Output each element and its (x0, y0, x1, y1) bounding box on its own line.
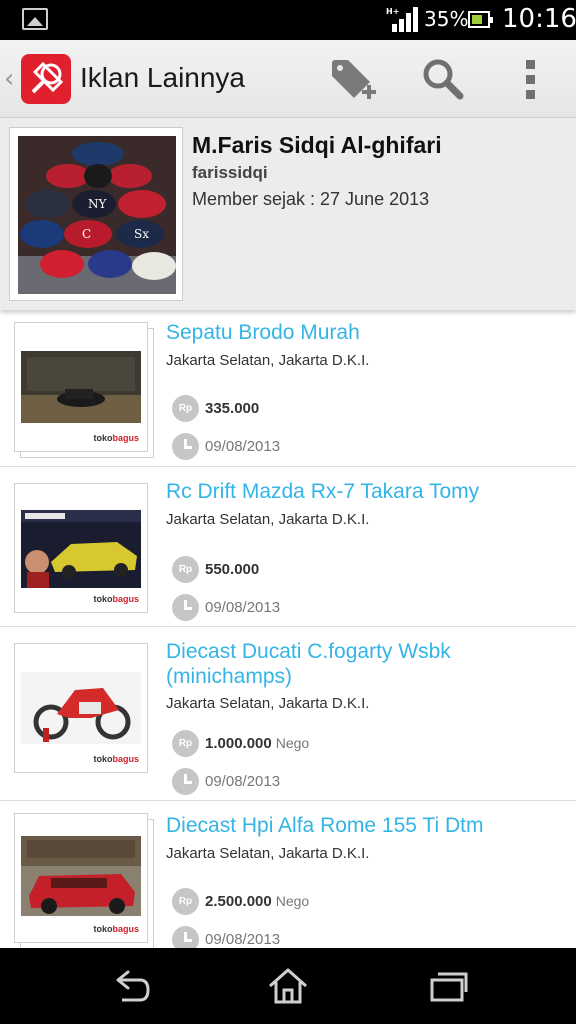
watermark: tokobagus (93, 754, 139, 764)
home-icon[interactable] (262, 962, 314, 1010)
profile-name: M.Faris Sidqi Al-ghifari (192, 132, 442, 158)
listing-title[interactable]: Diecast Ducati C.fogarty Wsbk (minichamp… (166, 639, 566, 689)
profile-username: farissidqi (192, 163, 268, 182)
picture-icon (22, 8, 48, 30)
date-row: 09/08/2013 (172, 925, 280, 948)
listing-title[interactable]: Sepatu Brodo Murah (166, 320, 566, 345)
watermark: tokobagus (93, 924, 139, 934)
listing-location: Jakarta Selatan, Jakarta D.K.I. (166, 511, 370, 528)
listing-location: Jakarta Selatan, Jakarta D.K.I. (166, 352, 370, 369)
listing-price: 2.500.000 (205, 892, 272, 910)
price-row: Rp 335.000 (172, 394, 263, 422)
listing-photo (21, 672, 141, 744)
watermark: tokobagus (93, 594, 139, 604)
listing-price: 1.000.000 (205, 734, 272, 752)
status-bar: H+ 35% 10:16 (0, 0, 576, 40)
listing-price: 335.000 (205, 399, 260, 417)
list-item[interactable]: tokobagus Diecast Ducati C.fogarty Wsbk … (0, 627, 576, 801)
listing-title[interactable]: Rc Drift Mazda Rx-7 Takara Tomy (166, 479, 566, 504)
listing-photo (21, 510, 141, 588)
listing-list[interactable]: tokobagus Sepatu Brodo Murah Jakarta Sel… (0, 310, 576, 948)
battery-percent: 35% (424, 7, 469, 31)
list-item[interactable]: tokobagus Diecast Hpi Alfa Rome 155 Ti D… (0, 801, 576, 948)
date-row: 09/08/2013 (172, 593, 280, 621)
price-row: Rp 2.500.000 Nego (172, 887, 309, 915)
navigation-bar (0, 948, 576, 1024)
clock-icon (172, 925, 199, 948)
profile-header: NY C Sx M.Faris Sidqi Al-ghifari farissi… (0, 118, 576, 310)
listing-title[interactable]: Diecast Hpi Alfa Rome 155 Ti Dtm (166, 813, 566, 838)
app-bar: ‹ Iklan Lainnya (0, 40, 576, 118)
listing-thumbnail[interactable]: tokobagus (14, 483, 156, 619)
listing-date: 09/08/2013 (205, 930, 281, 948)
currency-badge-icon: Rp (172, 555, 199, 583)
recent-apps-icon[interactable] (422, 962, 474, 1010)
listing-thumbnail[interactable]: tokobagus (14, 643, 156, 779)
listing-location: Jakarta Selatan, Jakarta D.K.I. (166, 845, 370, 862)
listing-date: 09/08/2013 (205, 437, 281, 455)
currency-badge-icon: Rp (172, 729, 199, 757)
up-caret-icon[interactable]: ‹ (4, 64, 14, 94)
currency-badge-icon: Rp (172, 887, 199, 915)
add-tag-icon[interactable] (328, 54, 380, 106)
listing-photo (21, 836, 141, 916)
clock-icon (172, 432, 199, 460)
listing-thumbnail[interactable]: tokobagus (14, 813, 156, 948)
listing-price: 550.000 (205, 560, 260, 578)
listing-photo (21, 351, 141, 423)
listing-date: 09/08/2013 (205, 598, 281, 616)
price-row: Rp 1.000.000 Nego (172, 729, 309, 757)
list-item[interactable]: tokobagus Sepatu Brodo Murah Jakarta Sel… (0, 310, 576, 467)
nego-label: Nego (275, 735, 310, 751)
search-icon[interactable] (418, 54, 466, 102)
listing-date: 09/08/2013 (205, 772, 281, 790)
svg-text:C: C (82, 227, 91, 241)
svg-text:Sx: Sx (134, 227, 149, 241)
clock: 10:16 (502, 4, 576, 34)
listing-thumbnail[interactable]: tokobagus (14, 322, 156, 458)
overflow-menu-icon[interactable] (510, 54, 550, 106)
clock-icon (172, 767, 199, 795)
network-type-label: H+ (386, 7, 399, 16)
avatar[interactable]: NY C Sx (18, 136, 176, 294)
list-item[interactable]: tokobagus Rc Drift Mazda Rx-7 Takara Tom… (0, 467, 576, 627)
watermark: tokobagus (93, 433, 139, 443)
avatar-frame: NY C Sx (9, 127, 183, 301)
date-row: 09/08/2013 (172, 432, 280, 460)
battery-icon (468, 11, 493, 28)
svg-text:NY: NY (88, 197, 108, 211)
signal-icon: H+ (386, 7, 418, 32)
page-title: Iklan Lainnya (80, 62, 246, 93)
price-row: Rp 550.000 (172, 555, 263, 583)
nego-label: Nego (275, 893, 310, 909)
currency-badge-icon: Rp (172, 394, 199, 422)
listing-location: Jakarta Selatan, Jakarta D.K.I. (166, 695, 370, 712)
back-icon[interactable] (104, 962, 156, 1010)
app-logo-icon[interactable] (21, 54, 71, 104)
member-since: Member sejak : 27 June 2013 (192, 189, 430, 209)
clock-icon (172, 593, 199, 621)
date-row: 09/08/2013 (172, 767, 280, 795)
